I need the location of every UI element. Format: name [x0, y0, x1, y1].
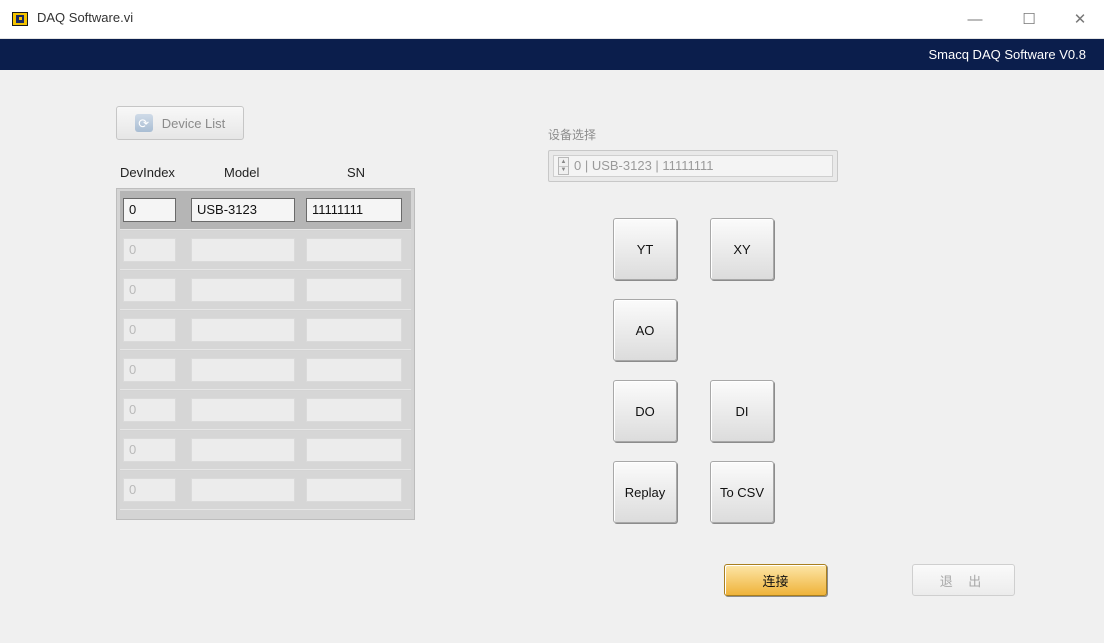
- model-cell[interactable]: [191, 318, 295, 342]
- table-row[interactable]: 0: [120, 471, 411, 510]
- model-cell[interactable]: [191, 278, 295, 302]
- device-list-button[interactable]: ⟳ Device List: [116, 106, 244, 140]
- devindex-cell[interactable]: 0: [123, 438, 176, 462]
- to-csv-button[interactable]: To CSV: [710, 461, 774, 523]
- device-select-value: 0 | USB-3123 | 11111111: [574, 158, 714, 173]
- close-button[interactable]: ✕: [1058, 6, 1102, 32]
- device-select-field[interactable]: ▲ ▼ 0 | USB-3123 | 11111111: [553, 155, 833, 177]
- sn-cell[interactable]: [306, 318, 402, 342]
- connect-button[interactable]: 连接: [724, 564, 827, 596]
- devindex-cell[interactable]: 0: [123, 238, 176, 262]
- labview-app-icon: [12, 12, 28, 26]
- model-cell[interactable]: [191, 438, 295, 462]
- model-cell[interactable]: [191, 358, 295, 382]
- minimize-button[interactable]: —: [953, 6, 997, 32]
- sn-cell[interactable]: [306, 398, 402, 422]
- table-row[interactable]: 0: [120, 391, 411, 430]
- header-banner: Smacq DAQ Software V0.8: [0, 39, 1104, 70]
- device-select-label: 设备选择: [548, 128, 597, 142]
- exit-button[interactable]: 退 出: [912, 564, 1015, 596]
- replay-button[interactable]: Replay: [613, 461, 677, 523]
- devindex-cell[interactable]: 0: [123, 358, 176, 382]
- column-header-devindex: DevIndex: [120, 165, 175, 180]
- model-cell[interactable]: [191, 398, 295, 422]
- di-button[interactable]: DI: [710, 380, 774, 442]
- device-list-label: Device List: [161, 115, 226, 131]
- front-panel: ⟳ Device List DevIndex Model SN 0 USB-31…: [12, 70, 1104, 643]
- model-cell[interactable]: [191, 238, 295, 262]
- refresh-icon: ⟳: [134, 114, 153, 132]
- model-cell[interactable]: USB-3123: [191, 198, 295, 222]
- devindex-cell[interactable]: 0: [123, 398, 176, 422]
- maximize-button[interactable]: ☐: [1007, 6, 1051, 32]
- devindex-cell[interactable]: 0: [123, 198, 176, 222]
- ao-button[interactable]: AO: [613, 299, 677, 361]
- xy-button[interactable]: XY: [710, 218, 774, 280]
- column-header-model: Model: [224, 165, 260, 180]
- device-table: 0 USB-3123 11111111 0 0 0 0 0 0 0: [116, 188, 415, 520]
- spin-control[interactable]: ▲ ▼: [558, 157, 569, 175]
- table-row[interactable]: 0: [120, 431, 411, 470]
- devindex-cell[interactable]: 0: [123, 478, 176, 502]
- device-select-ring[interactable]: ▲ ▼ 0 | USB-3123 | 11111111: [548, 150, 838, 182]
- decrement-arrow-icon[interactable]: ▼: [559, 166, 568, 174]
- yt-button[interactable]: YT: [613, 218, 677, 280]
- devindex-cell[interactable]: 0: [123, 278, 176, 302]
- devindex-cell[interactable]: 0: [123, 318, 176, 342]
- sn-cell[interactable]: [306, 278, 402, 302]
- sn-cell[interactable]: [306, 478, 402, 502]
- table-row[interactable]: 0 USB-3123 11111111: [120, 191, 411, 230]
- banner-title: Smacq DAQ Software V0.8: [928, 47, 1086, 62]
- sn-cell[interactable]: 11111111: [306, 198, 402, 222]
- sn-cell[interactable]: [306, 238, 402, 262]
- model-cell[interactable]: [191, 478, 295, 502]
- sn-cell[interactable]: [306, 438, 402, 462]
- do-button[interactable]: DO: [613, 380, 677, 442]
- table-row[interactable]: 0: [120, 311, 411, 350]
- column-header-sn: SN: [347, 165, 366, 180]
- title-bar: DAQ Software.vi — ☐ ✕: [0, 0, 1104, 39]
- table-row[interactable]: 0: [120, 351, 411, 390]
- table-row[interactable]: 0: [120, 271, 411, 310]
- window-title: DAQ Software.vi: [37, 10, 134, 25]
- sn-cell[interactable]: [306, 358, 402, 382]
- table-row[interactable]: 0: [120, 231, 411, 270]
